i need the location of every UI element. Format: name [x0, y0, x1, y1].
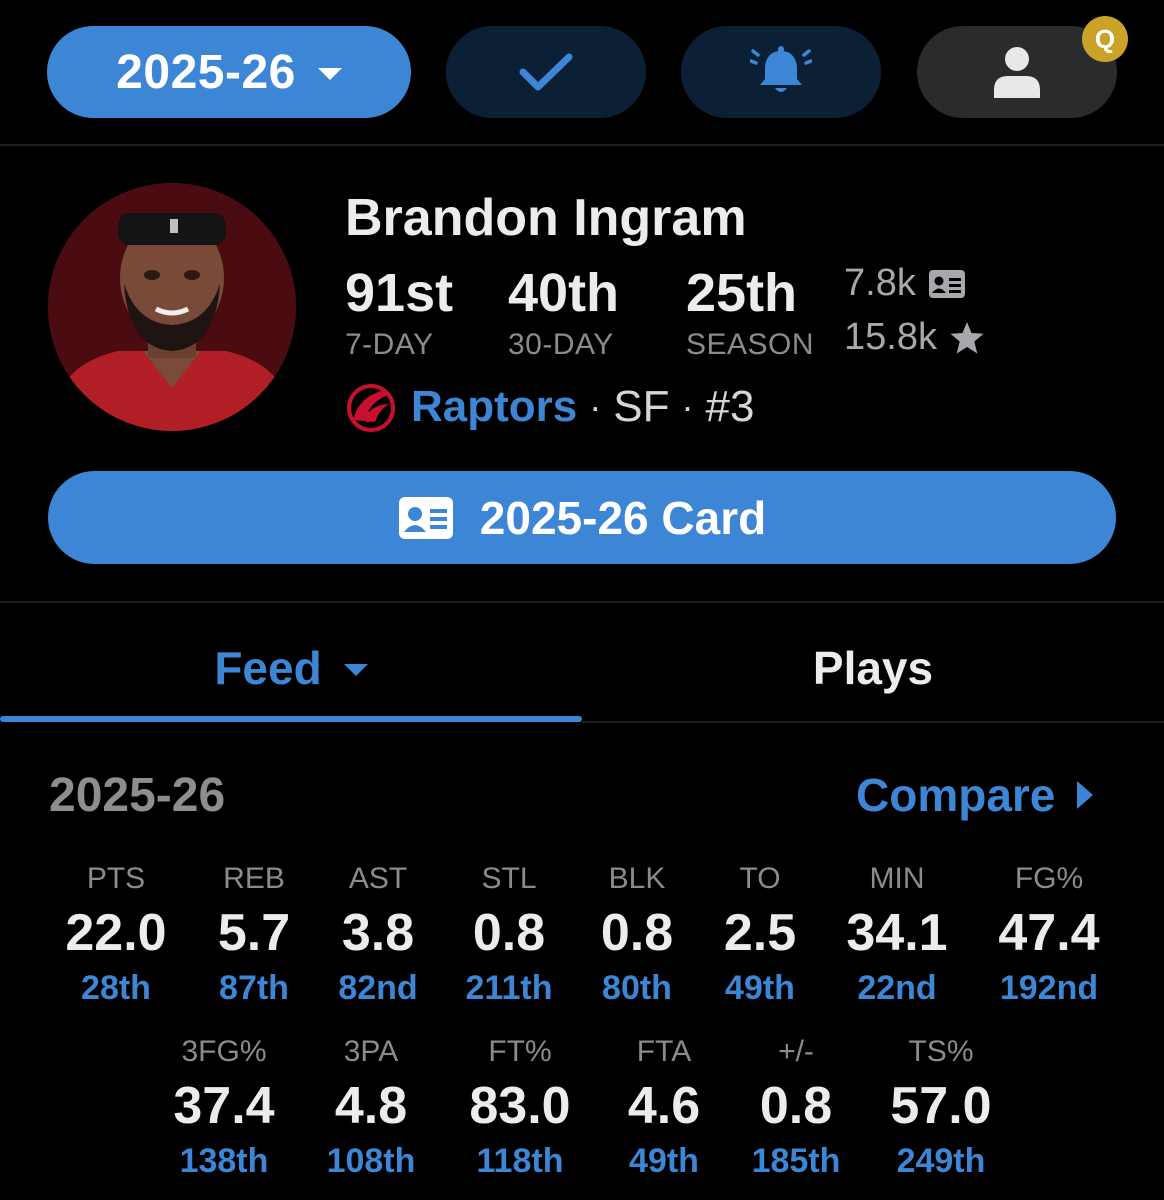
- stat-value: 22.0: [65, 904, 167, 962]
- stat-rank: 28th: [81, 969, 151, 1007]
- compare-label: Compare: [856, 769, 1056, 821]
- star-icon: [950, 321, 984, 353]
- user-icon: [994, 47, 1040, 98]
- stat-cell: PTS 22.0 28th: [41, 860, 191, 1008]
- tab-plays-label: Plays: [812, 642, 934, 694]
- card-count-value: 7.8k: [844, 262, 916, 304]
- stat-cell: TS% 57.0 249th: [866, 1033, 1016, 1181]
- id-card-icon: [398, 496, 453, 539]
- stat-cell: +/- 0.8 185th: [721, 1033, 871, 1181]
- stat-rank: 249th: [896, 1142, 986, 1180]
- check-button[interactable]: [446, 26, 646, 118]
- season-selector-label: 2025-26: [116, 45, 296, 99]
- rank-30day-label: 30-DAY: [508, 328, 614, 361]
- id-card-icon: [928, 269, 965, 298]
- player-photo: [48, 183, 296, 431]
- team-link[interactable]: Raptors: [411, 382, 577, 432]
- divider: [0, 144, 1164, 146]
- stat-key: PTS: [86, 862, 146, 895]
- stat-value: 0.8: [759, 1077, 833, 1135]
- stat-rank: 49th: [629, 1142, 699, 1180]
- tab-feed[interactable]: Feed: [0, 620, 582, 716]
- divider: [582, 721, 1164, 723]
- stat-cell: FTA 4.6 49th: [589, 1033, 739, 1181]
- checkmark-icon: [519, 53, 573, 91]
- tab-feed-label: Feed: [214, 642, 322, 694]
- stat-cell: FT% 83.0 118th: [445, 1033, 595, 1181]
- player-avatar: [48, 183, 296, 431]
- stat-cell: 3FG% 37.4 138th: [149, 1033, 299, 1181]
- season-card-button[interactable]: 2025-26 Card: [48, 471, 1116, 564]
- rank-30day-value: 40th: [508, 263, 620, 323]
- stat-rank: 118th: [476, 1142, 564, 1180]
- rank-7day-label: 7-DAY: [345, 328, 434, 361]
- stat-value: 34.1: [846, 904, 948, 962]
- divider: [0, 601, 1164, 603]
- separator: ·: [681, 386, 694, 427]
- card-count: 7.8k: [844, 262, 966, 305]
- alerts-button[interactable]: [681, 26, 881, 118]
- stat-cell: FG% 47.4 192nd: [974, 860, 1124, 1008]
- notification-badge: Q: [1082, 16, 1128, 62]
- stat-key: 3PA: [343, 1035, 399, 1068]
- rank-7day-value: 91st: [345, 263, 454, 323]
- stat-key: 3FG%: [181, 1035, 267, 1068]
- stat-value: 3.8: [341, 904, 415, 962]
- stat-value: 4.6: [627, 1077, 701, 1135]
- tab-plays[interactable]: Plays: [582, 620, 1164, 716]
- stats-season-title: 2025-26: [49, 769, 226, 822]
- favorites-count-value: 15.8k: [844, 316, 937, 358]
- stat-key: FG%: [1014, 862, 1084, 895]
- stat-value: 47.4: [998, 904, 1100, 962]
- bell-ringing-icon: [750, 46, 812, 92]
- stat-key: AST: [348, 862, 408, 895]
- chevron-right-icon: [1077, 781, 1094, 809]
- stat-key: FT%: [488, 1035, 552, 1068]
- compare-link[interactable]: Compare: [856, 768, 1094, 822]
- stat-value: 83.0: [469, 1077, 571, 1135]
- stat-key: TO: [739, 862, 781, 895]
- rank-season-label: SEASON: [686, 328, 815, 361]
- separator: ·: [589, 386, 602, 427]
- stat-key: MIN: [869, 862, 925, 895]
- favorites-count: 15.8k: [844, 316, 985, 359]
- stat-rank: 82nd: [338, 969, 418, 1007]
- stat-key: +/-: [778, 1035, 814, 1068]
- player-name: Brandon Ingram: [345, 189, 747, 247]
- chevron-down-icon: [317, 68, 342, 80]
- rank-season-value: 25th: [686, 263, 798, 323]
- season-selector[interactable]: 2025-26: [47, 26, 411, 118]
- stat-cell: 3PA 4.8 108th: [296, 1033, 446, 1181]
- stat-rank: 22nd: [857, 969, 937, 1007]
- stat-key: TS%: [908, 1035, 974, 1068]
- raptors-logo-icon: [347, 384, 395, 432]
- stat-value: 57.0: [890, 1077, 992, 1135]
- stat-value: 37.4: [173, 1077, 275, 1135]
- stat-cell: TO 2.5 49th: [685, 860, 835, 1008]
- player-number: #3: [705, 382, 755, 431]
- stat-value: 4.8: [334, 1077, 408, 1135]
- active-tab-indicator: [0, 716, 582, 722]
- stat-cell: AST 3.8 82nd: [303, 860, 453, 1008]
- chevron-down-icon: [343, 664, 368, 676]
- season-card-label: 2025-26 Card: [479, 491, 767, 544]
- stat-cell: MIN 34.1 22nd: [822, 860, 972, 1008]
- player-position: SF: [613, 382, 670, 431]
- stat-rank: 49th: [725, 969, 795, 1007]
- stat-key: FTA: [636, 1035, 692, 1068]
- stat-value: 2.5: [723, 904, 797, 962]
- team-info: Raptors · SF · #3: [345, 382, 754, 432]
- stat-rank: 108th: [326, 1142, 416, 1180]
- stat-rank: 192nd: [999, 969, 1099, 1007]
- stat-rank: 185th: [751, 1142, 841, 1180]
- stat-rank: 138th: [179, 1142, 269, 1180]
